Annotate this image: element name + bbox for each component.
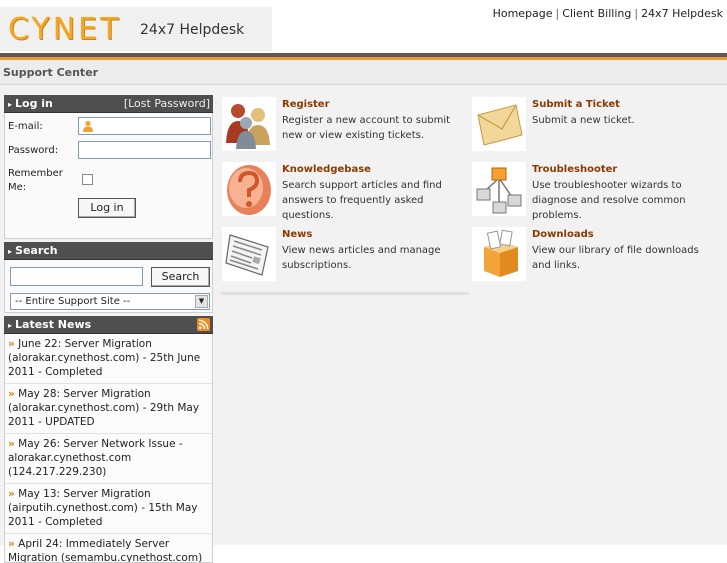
tile-description: Search support articles and find answers… [282,180,442,221]
news-item[interactable]: » May 26: Server Network Issue - alorakar… [5,434,212,484]
tile-icon-box [472,97,526,151]
nav-link-client-billing[interactable]: Client Billing [562,7,631,20]
news-item[interactable]: » May 28: Server Migration (alorakar.cyne… [5,384,212,434]
subheader: Support Center [0,60,727,85]
tile-title[interactable]: Troubleshooter [532,164,617,175]
news-item[interactable]: » June 22: Server Migration (alorakar.cyn… [5,334,212,384]
tile-troubleshooter[interactable]: Troubleshooter Use troubleshooter wizard… [471,161,717,221]
search-scope-value: -- Entire Support Site -- [15,296,131,307]
tile-icon-box [222,227,276,281]
remember-label-line1: Remember [8,168,63,179]
nav-link-homepage[interactable]: Homepage [493,7,553,20]
tile-description: View news articles and manage subscripti… [282,245,441,271]
bullet-icon: » [8,488,15,500]
nav-link-helpdesk[interactable]: 24x7 Helpdesk [641,7,723,20]
tile-submit-ticket[interactable]: Submit a Ticket Submit a new ticket. [471,96,717,152]
news-header: ▸ Latest News [4,316,213,334]
envelope-icon [477,104,523,146]
login-button[interactable]: Log in [78,198,136,218]
caret-icon: ▸ [8,247,13,256]
lost-password-link[interactable]: [Lost Password] [124,95,210,112]
user-icon [83,120,93,132]
news-item-line: 2011 - UPDATED [8,416,95,428]
rss-icon[interactable] [197,318,210,331]
search-panel: Search -- Entire Support Site -- ▼ [4,260,213,313]
search-heading: Search [15,244,58,257]
logo-text: CYNET [8,12,122,47]
news-item-line: April 24: Immediately Server [18,538,170,550]
news-item-line: (airputih.cynethost.com) - 15th May [8,502,198,514]
bullet-icon: » [8,438,15,450]
tile-description: Register a new account to submit new or … [282,115,451,141]
tile-register[interactable]: Register Register a new account to submi… [221,96,467,152]
search-button[interactable]: Search [151,267,210,287]
news-item-line: (alorakar.cynethost.com) - 29th May [8,402,200,414]
news-item[interactable]: » May 13: Server Migration (airputih.cyne… [5,484,212,534]
news-item-line: (alorakar.cynethost.com) - 25th June [8,352,201,364]
content-divider [221,292,469,295]
search-scope-select[interactable]: -- Entire Support Site -- ▼ [10,293,210,310]
password-field[interactable] [78,141,211,159]
login-header: ▸ Log in [Lost Password] [4,95,213,113]
chevron-down-icon[interactable]: ▼ [195,295,208,308]
caret-icon: ▸ [8,321,13,330]
tile-title[interactable]: Knowledgebase [282,164,371,175]
tile-icon-box [472,162,526,216]
news-item-line: 2011 - Completed [8,516,103,528]
bullet-icon: » [8,388,15,400]
flowchart-icon [476,167,522,214]
tile-news[interactable]: News View news articles and manage subsc… [221,226,467,282]
news-item-line: Migration (semambu.cynethost.com) - [8,552,203,563]
news-heading: Latest News [15,318,92,331]
email-label: E-mail: [8,121,43,132]
logo-subtitle: 24x7 Helpdesk [140,22,245,38]
tile-title[interactable]: Submit a Ticket [532,99,620,110]
tile-title[interactable]: Downloads [532,229,594,240]
logo[interactable]: CYNET 24x7 Helpdesk [0,7,272,51]
box-icon [484,229,518,277]
tile-title[interactable]: Register [282,99,330,110]
users-icon [226,104,270,149]
tile-icon-box [222,162,276,216]
sidebar: ▸ Log in [Lost Password] E-mail: Password… [4,95,213,563]
remember-label-line2: Me: [8,182,27,193]
news-item-line: June 22: Server Migration [18,338,152,350]
news-item-line: May 13: Server Migration [18,488,151,500]
tile-icon-box [222,97,276,151]
tile-description: Use troubleshooter wizards to diagnose a… [532,180,686,221]
news-item-line: alorakar.cynethost.com [8,452,132,464]
tile-downloads[interactable]: Downloads View our library of file downl… [471,226,717,282]
login-panel: E-mail: Password: Remember Me: Log in [4,113,213,239]
newspaper-icon [225,234,269,276]
bullet-icon: » [8,538,15,550]
remember-label: Remember Me: [8,167,63,195]
login-heading: Log in [15,97,53,110]
tile-description: View our library of file downloads and l… [532,245,699,271]
tile-knowledgebase[interactable]: Knowledgebase Search support articles an… [221,161,467,221]
news-item-line: (124.217.229.230) [8,466,107,478]
password-label: Password: [8,145,59,156]
news-panel: » June 22: Server Migration (alorakar.cyn… [4,334,213,563]
news-item[interactable]: » April 24: Immediately Server Migration … [5,534,212,563]
top-nav: Homepage | Client Billing | 24x7 Helpdesk [492,7,723,20]
search-header: ▸ Search [4,242,213,260]
remember-me-checkbox[interactable] [82,174,93,185]
email-field[interactable] [78,117,211,135]
bullet-icon: » [8,338,15,350]
tile-title[interactable]: News [282,229,312,240]
header: CYNET 24x7 Helpdesk Homepage | Client Bill… [0,0,727,55]
news-item-line: 2011 - Completed [8,366,103,378]
news-item-line: May 26: Server Network Issue - [18,438,183,450]
search-input[interactable] [10,267,143,286]
question-mark-icon [227,165,271,215]
news-item-line: May 28: Server Migration [18,388,151,400]
tile-description: Submit a new ticket. [532,115,635,126]
page-title: Support Center [3,66,99,79]
tile-icon-box [472,227,526,281]
caret-icon: ▸ [8,100,13,109]
